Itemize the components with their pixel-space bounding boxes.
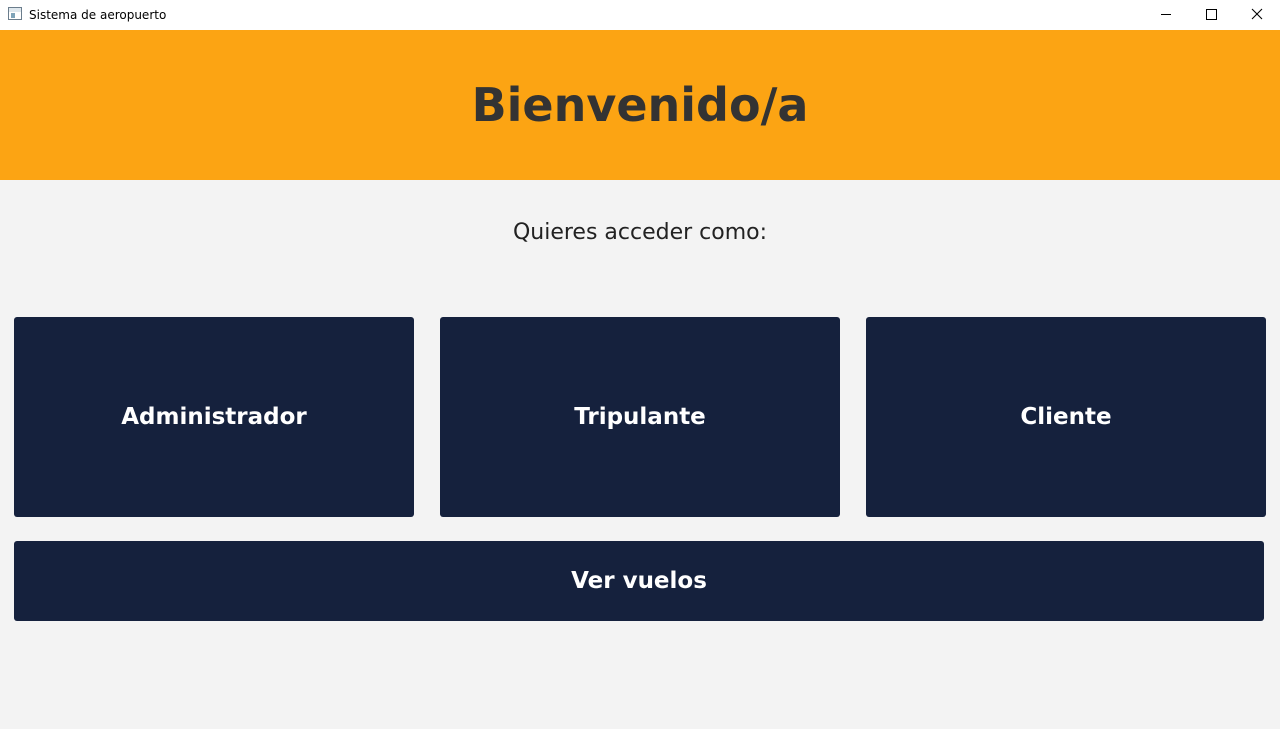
welcome-banner: Bienvenido/a xyxy=(0,30,1280,180)
access-prompt: Quieres acceder como: xyxy=(512,220,768,245)
crew-button[interactable]: Tripulante xyxy=(440,317,840,517)
maximize-icon xyxy=(1206,9,1217,20)
close-icon xyxy=(1251,8,1263,20)
view-flights-button-label: Ver vuelos xyxy=(571,568,707,594)
close-button[interactable] xyxy=(1234,0,1280,30)
app-window-icon xyxy=(8,7,22,20)
crew-button-label: Tripulante xyxy=(574,404,706,430)
maximize-button[interactable] xyxy=(1188,0,1234,30)
administrator-button-label: Administrador xyxy=(121,404,307,430)
window-title: Sistema de aeropuerto xyxy=(29,8,167,22)
welcome-title: Bienvenido/a xyxy=(471,78,809,132)
title-bar: Sistema de aeropuerto xyxy=(0,0,1280,30)
client-button-label: Cliente xyxy=(1020,404,1112,430)
minimize-button[interactable] xyxy=(1143,0,1189,30)
client-button[interactable]: Cliente xyxy=(866,317,1266,517)
minimize-icon xyxy=(1161,14,1171,15)
administrator-button[interactable]: Administrador xyxy=(14,317,414,517)
view-flights-button[interactable]: Ver vuelos xyxy=(14,541,1264,621)
